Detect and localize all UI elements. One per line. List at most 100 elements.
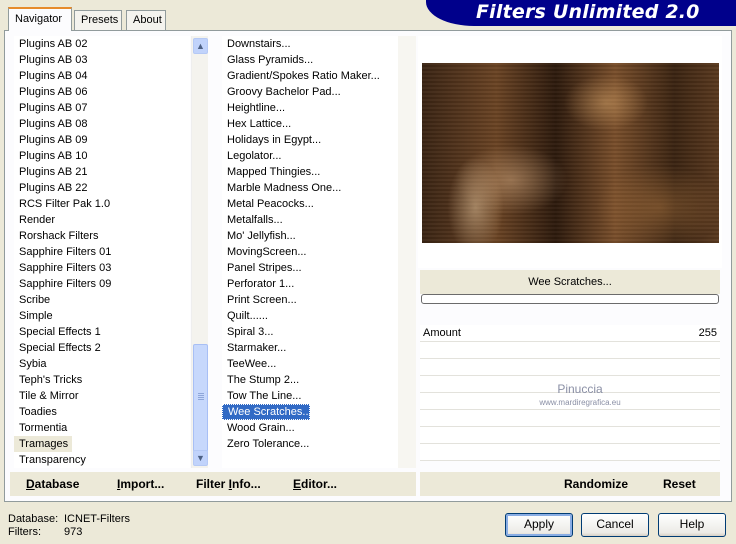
parameter-row-empty	[420, 427, 720, 444]
list-item[interactable]: Tow The Line...	[222, 388, 398, 404]
randomize-button[interactable]: Randomize	[564, 477, 628, 491]
list-item[interactable]: Marble Madness One...	[222, 180, 398, 196]
list-item[interactable]: Quilt......	[222, 308, 398, 324]
list-toolbar: Database Import... Filter Info... Editor…	[10, 472, 416, 496]
list-item[interactable]: Sapphire Filters 09	[14, 276, 190, 292]
list-item[interactable]: Tile & Mirror	[14, 388, 190, 404]
editor-button[interactable]: Editor...	[293, 477, 337, 491]
chevron-up-icon: ▲	[196, 41, 205, 51]
list-divider	[398, 36, 416, 468]
status-filters-row: Filters: 973	[8, 526, 130, 539]
parameter-row-empty	[420, 342, 720, 359]
list-item[interactable]: Downstairs...	[222, 36, 398, 52]
list-item[interactable]: Metalfalls...	[222, 212, 398, 228]
tab-navigator[interactable]: Navigator	[8, 7, 72, 31]
list-item[interactable]: Plugins AB 22	[14, 180, 190, 196]
list-item[interactable]: Heightline...	[222, 100, 398, 116]
list-item[interactable]: Special Effects 1	[14, 324, 190, 340]
editor-mnemonic: E	[293, 477, 302, 491]
list-item[interactable]: Panel Stripes...	[222, 260, 398, 276]
list-item[interactable]: Zero Tolerance...	[222, 436, 398, 452]
tab-presets[interactable]: Presets	[74, 10, 122, 30]
list-item[interactable]: Plugins AB 03	[14, 52, 190, 68]
list-item[interactable]: Glass Pyramids...	[222, 52, 398, 68]
list-item[interactable]: Plugins AB 08	[14, 116, 190, 132]
app-title-banner: Filters Unlimited 2.0	[426, 0, 736, 26]
grip-line	[198, 397, 204, 398]
list-item[interactable]: Gradient/Spokes Ratio Maker...	[222, 68, 398, 84]
grip-line	[198, 393, 204, 394]
list-item[interactable]: Plugins AB 07	[14, 100, 190, 116]
database-label: atabase	[34, 477, 80, 491]
list-item[interactable]: MovingScreen...	[222, 244, 398, 260]
cancel-button[interactable]: Cancel	[581, 513, 649, 537]
database-button[interactable]: Database	[26, 477, 79, 491]
list-item[interactable]: Simple	[14, 308, 190, 324]
selected-filter-name: Wee Scratches...	[420, 270, 720, 294]
filter-info-prefix: Filter	[196, 477, 229, 491]
list-item[interactable]: Mapped Thingies...	[222, 164, 398, 180]
status-filters-value: 973	[64, 526, 83, 538]
list-item[interactable]: RCS Filter Pak 1.0	[14, 196, 190, 212]
parameter-value[interactable]: 255	[699, 325, 717, 342]
parameter-row-empty	[420, 410, 720, 427]
list-item[interactable]: Holidays in Egypt...	[222, 132, 398, 148]
list-item[interactable]: Metal Peacocks...	[222, 196, 398, 212]
list-item[interactable]: Plugins AB 09	[14, 132, 190, 148]
category-list[interactable]: Plugins AB 02 Plugins AB 03 Plugins AB 04 P…	[14, 36, 190, 468]
filter-list[interactable]: Downstairs... Glass Pyramids... Gradient/S…	[222, 36, 398, 468]
app-title: Filters Unlimited 2.0	[476, 1, 700, 23]
status-database-row: Database: ICNET-Filters	[8, 513, 130, 526]
list-item[interactable]: Tormentia	[14, 420, 190, 436]
status-database-value: ICNET-Filters	[64, 513, 130, 525]
list-item[interactable]: Sybia	[14, 356, 190, 372]
parameter-row-amount[interactable]: Amount 255	[420, 325, 720, 342]
parameter-row-empty	[420, 359, 720, 376]
database-mnemonic: D	[26, 477, 35, 491]
reset-button[interactable]: Reset	[663, 477, 696, 491]
scroll-up-button[interactable]: ▲	[193, 38, 208, 54]
preview-image	[422, 63, 719, 243]
list-item[interactable]: Perforator 1...	[222, 276, 398, 292]
list-item[interactable]: Transparency	[14, 452, 190, 468]
list-item[interactable]: Toadies	[14, 404, 190, 420]
list-item[interactable]: The Stump 2...	[222, 372, 398, 388]
list-item[interactable]: Mo' Jellyfish...	[222, 228, 398, 244]
editor-label: ditor...	[301, 477, 338, 491]
list-item[interactable]: Hex Lattice...	[222, 116, 398, 132]
list-item[interactable]: Plugins AB 02	[14, 36, 190, 52]
tab-label: About	[133, 14, 162, 26]
apply-button[interactable]: Apply	[505, 513, 573, 537]
list-item[interactable]: Plugins AB 21	[14, 164, 190, 180]
list-item[interactable]: Plugins AB 04	[14, 68, 190, 84]
list-item[interactable]: Legolator...	[222, 148, 398, 164]
list-item[interactable]: TeeWee...	[222, 356, 398, 372]
list-item[interactable]: Rorshack Filters	[14, 228, 190, 244]
scroll-down-button[interactable]: ▼	[193, 450, 208, 466]
list-item[interactable]: Plugins AB 06	[14, 84, 190, 100]
help-button[interactable]: Help	[658, 513, 726, 537]
tab-about[interactable]: About	[126, 10, 166, 30]
scroll-thumb[interactable]	[193, 344, 208, 452]
list-item[interactable]: Tramages	[14, 436, 72, 452]
category-scrollbar[interactable]: ▲ ▼	[191, 36, 208, 468]
list-item[interactable]: Print Screen...	[222, 292, 398, 308]
list-item[interactable]: Spiral 3...	[222, 324, 398, 340]
preview-toolbar: Randomize Reset	[420, 472, 720, 496]
list-item[interactable]: Scribe	[14, 292, 190, 308]
list-item[interactable]: Plugins AB 10	[14, 148, 190, 164]
list-item[interactable]: Render	[14, 212, 190, 228]
status-area: Database: ICNET-Filters Filters: 973	[8, 513, 130, 539]
list-item[interactable]: Sapphire Filters 03	[14, 260, 190, 276]
import-button[interactable]: Import...	[117, 477, 164, 491]
grip-line	[198, 395, 204, 396]
chevron-down-icon: ▼	[196, 453, 205, 463]
list-item[interactable]: Special Effects 2	[14, 340, 190, 356]
list-item[interactable]: Groovy Bachelor Pad...	[222, 84, 398, 100]
list-item[interactable]: Teph's Tricks	[14, 372, 190, 388]
list-item[interactable]: Wee Scratches...	[222, 404, 312, 420]
filter-info-button[interactable]: Filter Info...	[196, 477, 261, 491]
list-item[interactable]: Sapphire Filters 01	[14, 244, 190, 260]
list-item[interactable]: Wood Grain...	[222, 420, 398, 436]
list-item[interactable]: Starmaker...	[222, 340, 398, 356]
